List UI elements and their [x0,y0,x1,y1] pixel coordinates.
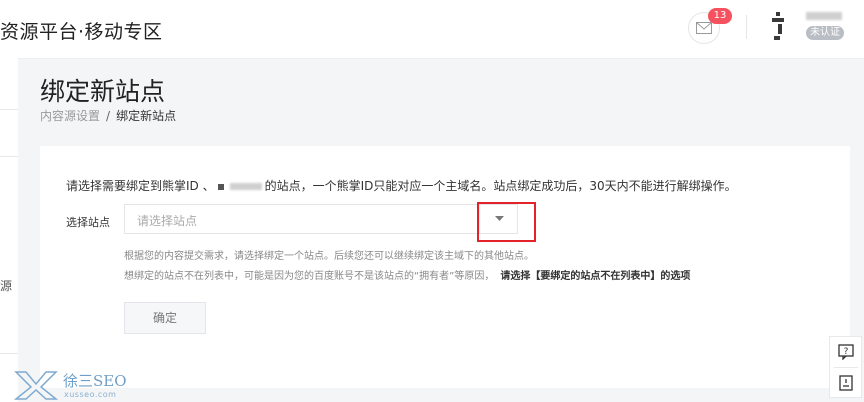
avatar[interactable] [770,12,790,42]
select-hint: 根据您的内容提交需求，请选择绑定一个站点。后续您还可以继续绑定该主域下的其他站点… [124,251,534,262]
page-title: 绑定新站点 [40,77,166,106]
sidebar-item-label[interactable]: 源 [0,277,12,294]
toolbar-divider [834,367,858,368]
sidebar: 源 [0,58,18,402]
message-count-badge: 13 [708,8,732,24]
help-icon[interactable]: ? [838,344,854,360]
sidebar-divider [0,109,18,110]
top-header: 资源平台·移动专区 13 未认证 [0,0,864,59]
confirm-button[interactable]: 确定 [124,302,206,334]
bind-notice: 请选择需要绑定到熊掌ID 、 的站点，一个熊掌ID只能对应一个主域名。站点绑定成功… [66,177,737,194]
watermark-logo-icon [14,371,58,400]
platform-title: 资源平台·移动专区 [0,21,163,43]
breadcrumb-current: 绑定新站点 [116,109,177,123]
breadcrumb-parent-link[interactable]: 内容源设置 [40,109,100,123]
breadcrumb: 内容源设置 / 绑定新站点 [40,107,176,124]
svg-text:?: ? [844,347,849,357]
sidebar-divider [0,156,18,157]
sidebar-divider [0,353,18,354]
username-redacted [806,12,842,20]
envelope-icon [696,22,712,34]
floating-toolbar: ? [829,336,862,398]
header-divider [746,15,747,39]
redacted-id [229,183,262,190]
select-hint-emphasis: 请选择【要绑定的站点不在列表中】的选项 [500,271,691,282]
breadcrumb-separator: / [106,109,111,123]
redacted-id-mark [217,183,224,190]
watermark: 徐三SEO xusseo.com [14,370,134,400]
select-hint: 想绑定的站点不在列表中，可能是因为您的百度账号不是该站点的“拥有者”等原因， 请选… [124,267,690,282]
watermark-name: 徐三SEO [63,372,127,390]
notice-text: 请选择需要绑定到熊掌ID 、 [66,179,215,193]
unverified-badge: 未认证 [806,26,844,40]
site-select[interactable]: 请选择站点 [124,204,518,234]
bind-site-card: 请选择需要绑定到熊掌ID 、 的站点，一个熊掌ID只能对应一个主域名。站点绑定成功… [40,146,850,388]
feedback-icon[interactable] [838,375,854,391]
watermark-domain: xusseo.com [64,390,117,399]
site-select-placeholder: 请选择站点 [137,214,198,228]
annotation-highlight-box [477,202,536,242]
site-select-label: 选择站点 [66,216,110,229]
select-hint-text: 想绑定的站点不在列表中，可能是因为您的百度账号不是该站点的“拥有者”等原因， [124,271,495,282]
notice-text: 的站点，一个熊掌ID只能对应一个主域名。站点绑定成功后，30天内不能进行解绑操作… [264,179,737,193]
